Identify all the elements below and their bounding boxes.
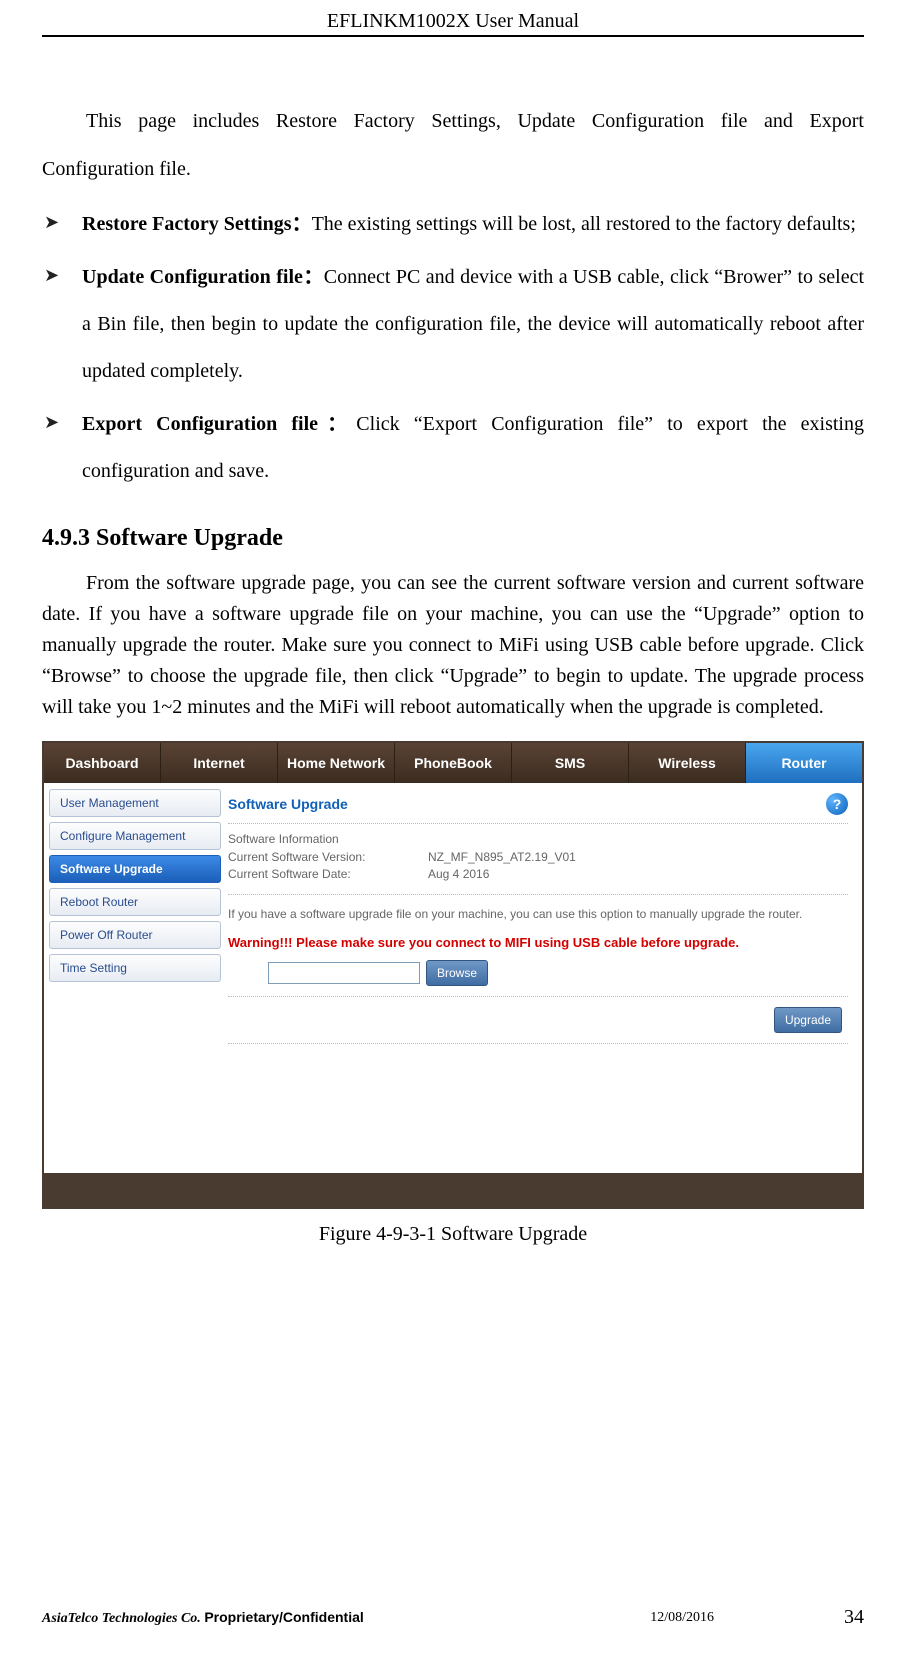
sidebar-time[interactable]: Time Setting bbox=[49, 954, 221, 982]
bullet-item: Export Configuration file：Click “Export … bbox=[42, 401, 864, 495]
nav-dashboard[interactable]: Dashboard bbox=[44, 743, 161, 783]
footer-date: 12/08/2016 bbox=[650, 1610, 714, 1626]
warning-text: Warning!!! Please make sure you connect … bbox=[228, 933, 848, 960]
nav-router[interactable]: Router bbox=[746, 743, 862, 783]
bullet-item: Update Configuration file：Connect PC and… bbox=[42, 254, 864, 395]
top-nav: Dashboard Internet Home Network PhoneBoo… bbox=[44, 743, 862, 783]
help-icon[interactable]: ? bbox=[826, 793, 848, 815]
bullet-title: Export Configuration file： bbox=[82, 413, 356, 435]
bullet-title: Restore Factory Settings： bbox=[82, 213, 312, 235]
version-value: NZ_MF_N895_AT2.19_V01 bbox=[428, 850, 576, 864]
version-label: Current Software Version: bbox=[228, 850, 428, 864]
info-heading: Software Information bbox=[228, 832, 848, 846]
nav-home-network[interactable]: Home Network bbox=[278, 743, 395, 783]
panel-title: Software Upgrade bbox=[228, 796, 826, 812]
upgrade-hint: If you have a software upgrade file on y… bbox=[228, 895, 848, 933]
date-label: Current Software Date: bbox=[228, 867, 428, 881]
bullet-list: Restore Factory Settings：The existing se… bbox=[42, 201, 864, 495]
intro-para: This page includes Restore Factory Setti… bbox=[42, 97, 864, 193]
nav-phonebook[interactable]: PhoneBook bbox=[395, 743, 512, 783]
router-screenshot: Dashboard Internet Home Network PhoneBoo… bbox=[42, 741, 864, 1209]
section-para: From the software upgrade page, you can … bbox=[42, 568, 864, 723]
footer-company: AsiaTelco Technologies Co. bbox=[42, 1611, 204, 1626]
bullet-title: Update Configuration file： bbox=[82, 266, 324, 288]
main-panel: Software Upgrade ? Software Information … bbox=[226, 783, 862, 1173]
section-heading: 4.9.3 Software Upgrade bbox=[42, 525, 864, 552]
sidebar-user-mgmt[interactable]: User Management bbox=[49, 789, 221, 817]
page-header: EFLINKM1002X User Manual bbox=[42, 10, 864, 37]
sidebar-poweroff[interactable]: Power Off Router bbox=[49, 921, 221, 949]
bullet-text: The existing settings will be lost, all … bbox=[312, 213, 856, 235]
sidebar-config-mgmt[interactable]: Configure Management bbox=[49, 822, 221, 850]
nav-sms[interactable]: SMS bbox=[512, 743, 629, 783]
sidebar-software-upgrade[interactable]: Software Upgrade bbox=[49, 855, 221, 883]
sidebar: User Management Configure Management Sof… bbox=[44, 783, 226, 1173]
nav-internet[interactable]: Internet bbox=[161, 743, 278, 783]
sidebar-reboot[interactable]: Reboot Router bbox=[49, 888, 221, 916]
figure-caption: Figure 4-9-3-1 Software Upgrade bbox=[42, 1223, 864, 1246]
date-value: Aug 4 2016 bbox=[428, 867, 489, 881]
page-number: 34 bbox=[844, 1606, 864, 1629]
footer-confidential: Proprietary/Confidential bbox=[204, 1609, 363, 1625]
upgrade-button[interactable]: Upgrade bbox=[774, 1007, 842, 1033]
browse-button[interactable]: Browse bbox=[426, 960, 488, 986]
nav-wireless[interactable]: Wireless bbox=[629, 743, 746, 783]
file-input[interactable] bbox=[268, 962, 420, 984]
doc-title: EFLINKM1002X User Manual bbox=[327, 10, 579, 32]
page-footer: AsiaTelco Technologies Co. Proprietary/C… bbox=[42, 1606, 864, 1629]
bullet-item: Restore Factory Settings：The existing se… bbox=[42, 201, 864, 248]
screenshot-footer-strip bbox=[44, 1173, 862, 1207]
